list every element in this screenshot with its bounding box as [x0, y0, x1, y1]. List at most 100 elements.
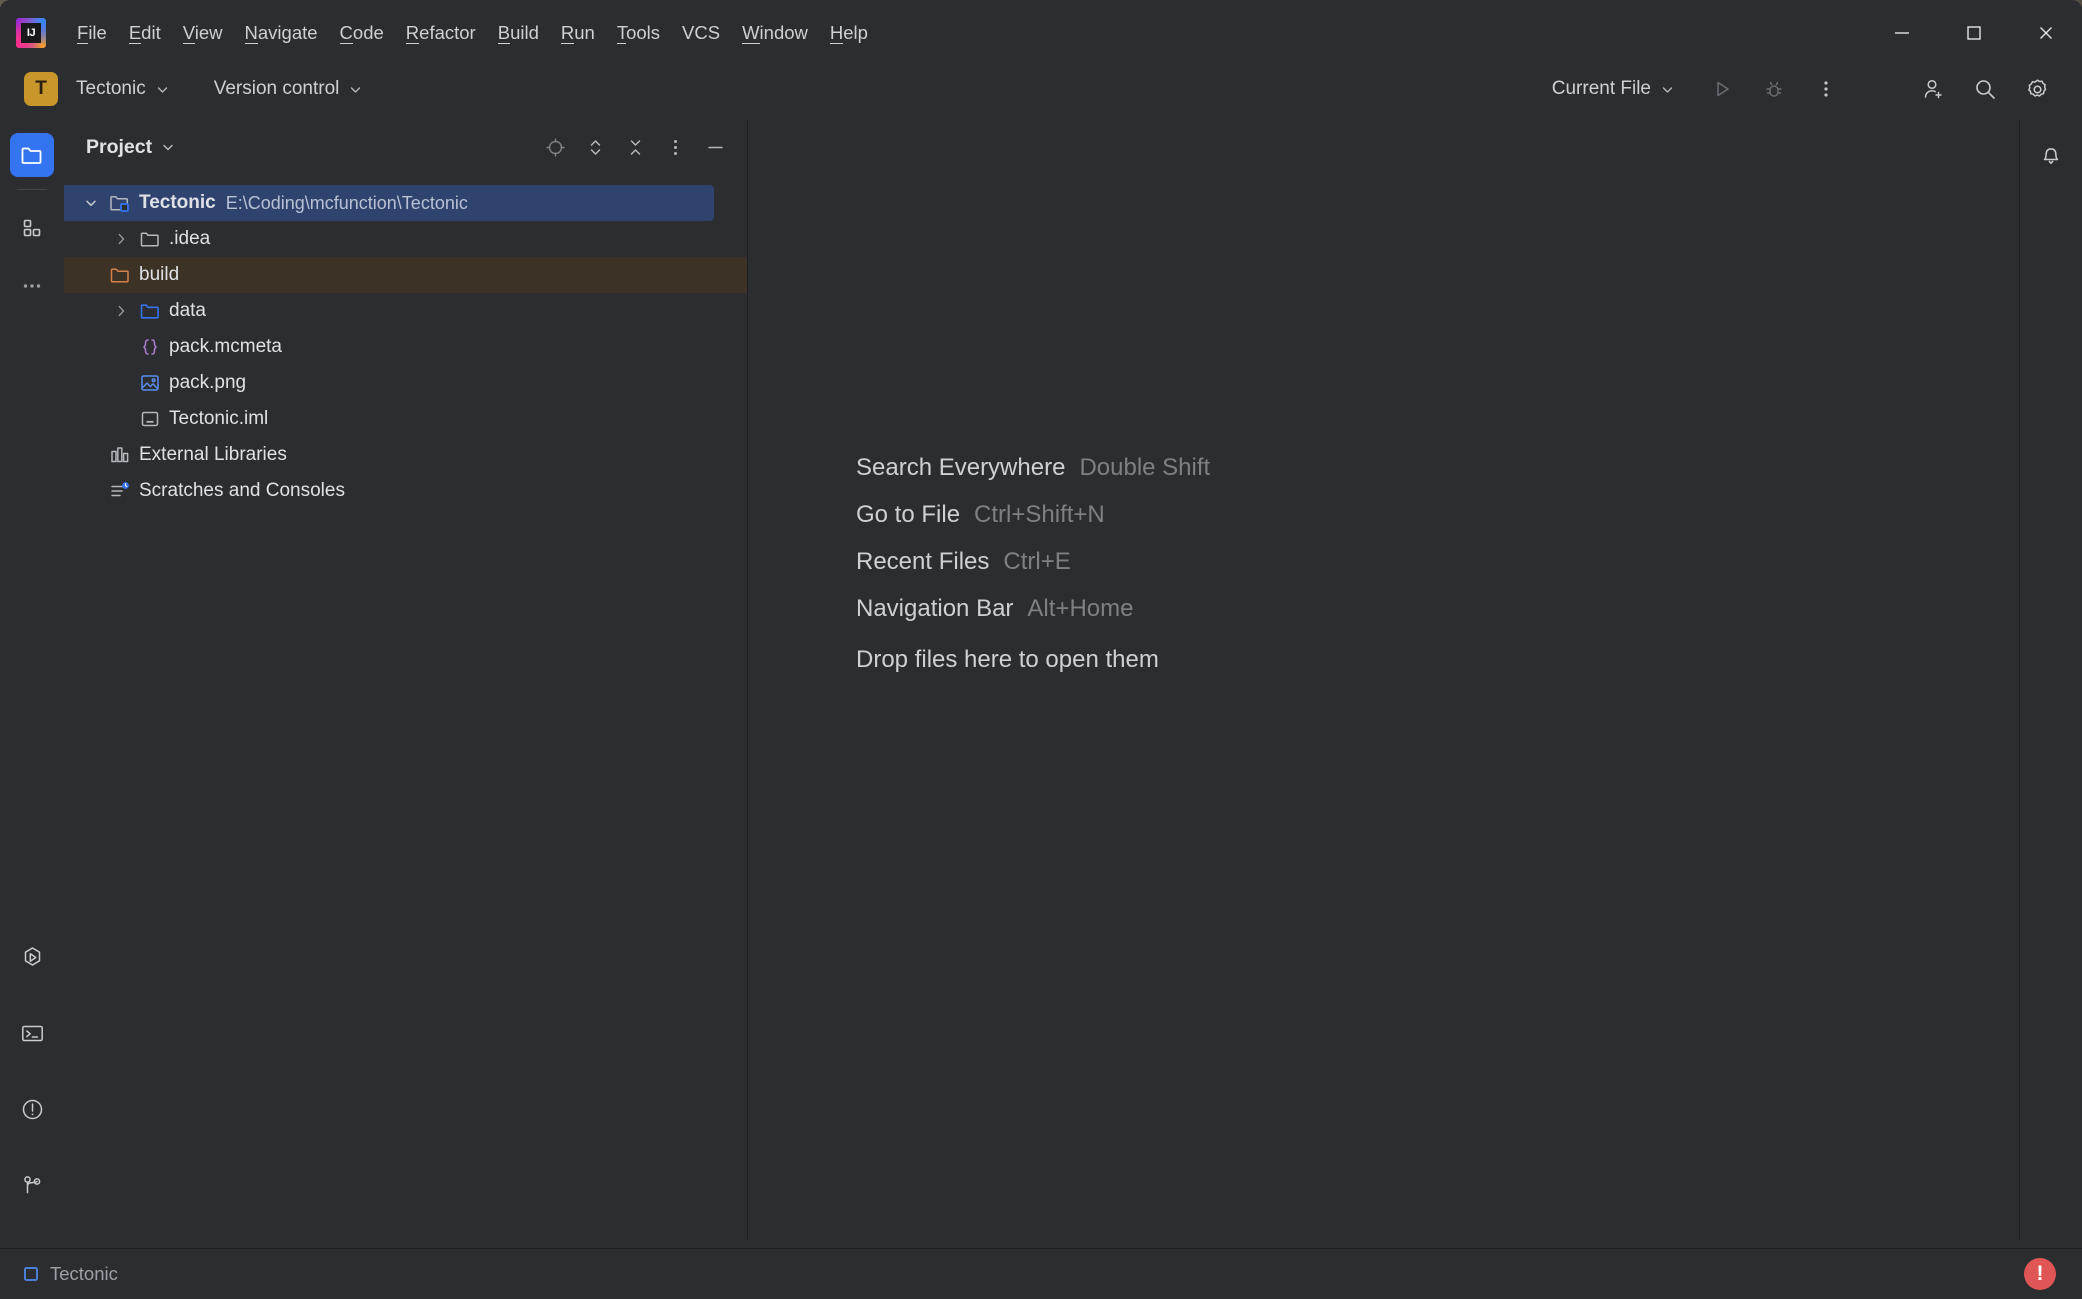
tree-row-build[interactable]: build: [64, 257, 747, 293]
menu-item-file[interactable]: File: [66, 18, 118, 48]
menu-label: un: [574, 22, 595, 43]
external-libraries-icon: [106, 443, 134, 467]
minimize-button[interactable]: [1866, 7, 1938, 59]
collapse-all-button[interactable]: [615, 127, 655, 167]
status-project-widget[interactable]: Tectonic: [22, 1263, 118, 1285]
toolbar-more-button[interactable]: [1803, 66, 1849, 112]
version-control-label: Version control: [214, 78, 340, 100]
expand-collapse-button[interactable]: [575, 127, 615, 167]
branch-icon: [19, 1172, 46, 1199]
select-opened-file-button[interactable]: [535, 127, 575, 167]
tree-row-scratches-and-consoles[interactable]: Scratches and Consoles: [64, 473, 747, 509]
chevron-down-icon: [155, 82, 170, 97]
tree-row-tectonic[interactable]: TectonicE:\Coding\mcfunction\Tectonic: [64, 185, 714, 221]
panel-options-button[interactable]: [655, 127, 695, 167]
chevron-down-icon[interactable]: [76, 195, 106, 211]
tree-row-label: Tectonic: [139, 192, 216, 214]
welcome-shortcut-key: Double Shift: [1079, 454, 1210, 482]
menu-label: ode: [353, 22, 384, 43]
menu-item-run[interactable]: Run: [550, 18, 606, 48]
structure-blocks-icon: [20, 216, 44, 240]
search-button[interactable]: [1962, 66, 2008, 112]
run-configuration-selector[interactable]: Current File: [1542, 72, 1685, 106]
tool-window-version-control[interactable]: [10, 1163, 54, 1207]
crosshair-target-icon: [544, 136, 567, 159]
version-control-selector[interactable]: Version control: [204, 72, 374, 106]
welcome-shortcut-row[interactable]: Navigation BarAlt+Home: [856, 595, 1210, 623]
menu-item-code[interactable]: Code: [329, 18, 395, 48]
tree-row-idea[interactable]: .idea: [64, 221, 747, 257]
menu-item-vcs[interactable]: VCS: [671, 18, 731, 48]
menu-item-view[interactable]: View: [172, 18, 234, 48]
welcome-action-label: Go to File: [856, 501, 960, 529]
chevron-right-icon[interactable]: [106, 231, 136, 247]
menu-label: dit: [141, 22, 161, 43]
image-file-icon: [136, 371, 164, 395]
menu-mnemonic: H: [830, 22, 843, 44]
tool-window-structure[interactable]: [10, 206, 54, 250]
tool-window-problems[interactable]: [10, 1087, 54, 1131]
status-error-badge[interactable]: !: [2024, 1258, 2056, 1290]
editor-empty-area: Search EverywhereDouble Shift Go to FileC…: [749, 119, 2019, 1241]
right-tool-rail: [2019, 119, 2082, 1241]
menu-item-build[interactable]: Build: [487, 18, 550, 48]
hide-panel-button[interactable]: [695, 127, 735, 167]
folder-orange-icon: [106, 263, 134, 287]
expand-vertical-icon: [584, 136, 607, 159]
chevron-down-icon[interactable]: [160, 139, 176, 155]
left-rail-bottom-group: [10, 919, 54, 1241]
run-button[interactable]: [1699, 66, 1745, 112]
drop-files-hint: Drop files here to open them: [856, 646, 1210, 674]
iml-module-file-icon: [136, 407, 164, 431]
menu-label: elp: [843, 22, 868, 43]
menu-mnemonic: F: [77, 22, 88, 44]
tool-window-terminal[interactable]: [10, 1011, 54, 1055]
tree-row-pack-png[interactable]: pack.png: [64, 365, 747, 401]
tree-row-data[interactable]: data: [64, 293, 747, 329]
menu-item-tools[interactable]: Tools: [606, 18, 671, 48]
menu-mnemonic: N: [245, 22, 258, 44]
more-vertical-icon: [664, 136, 687, 159]
menu-item-refactor[interactable]: Refactor: [395, 18, 487, 48]
tool-window-project[interactable]: [10, 133, 54, 177]
folder-grey-icon: [136, 227, 164, 251]
menu-mnemonic: R: [406, 22, 419, 44]
project-tree[interactable]: TectonicE:\Coding\mcfunction\Tectonic.id…: [64, 175, 747, 509]
more-horizontal-icon: [20, 274, 44, 298]
menu-label: iew: [195, 22, 223, 43]
menu-item-window[interactable]: Window: [731, 18, 819, 48]
project-selector[interactable]: Tectonic: [66, 72, 180, 106]
add-user-icon: [1920, 76, 1947, 103]
menu-item-navigate[interactable]: Navigate: [234, 18, 329, 48]
rail-divider: [17, 189, 47, 190]
settings-button[interactable]: [2014, 66, 2060, 112]
notifications-button[interactable]: [2029, 133, 2073, 177]
chevron-right-icon[interactable]: [106, 303, 136, 319]
close-button[interactable]: [2010, 7, 2082, 59]
main-toolbar: T Tectonic Version control Current File: [0, 59, 2082, 119]
tree-row-pack-mcmeta[interactable]: pack.mcmeta: [64, 329, 747, 365]
welcome-shortcut-row[interactable]: Recent FilesCtrl+E: [856, 548, 1210, 576]
tree-row-label: build: [139, 264, 179, 286]
menu-label: avigate: [258, 22, 318, 43]
maximize-button[interactable]: [1938, 7, 2010, 59]
menu-item-edit[interactable]: Edit: [118, 18, 172, 48]
menu-mnemonic: T: [617, 22, 626, 44]
welcome-shortcut-row[interactable]: Search EverywhereDouble Shift: [856, 454, 1210, 482]
tree-row-label: pack.png: [169, 372, 246, 394]
debug-bug-icon: [1762, 77, 1786, 101]
welcome-shortcut-row[interactable]: Go to FileCtrl+Shift+N: [856, 501, 1210, 529]
tree-row-external-libraries[interactable]: External Libraries: [64, 437, 747, 473]
project-badge[interactable]: T: [24, 72, 58, 106]
welcome-shortcuts: Search EverywhereDouble Shift Go to FileC…: [856, 454, 1210, 674]
chevron-down-icon: [348, 82, 363, 97]
menu-item-help[interactable]: Help: [819, 18, 879, 48]
add-user-button[interactable]: [1910, 66, 1956, 112]
tool-window-run[interactable]: [10, 935, 54, 979]
debug-button[interactable]: [1751, 66, 1797, 112]
menu-label: ools: [626, 22, 660, 43]
status-bar: Tectonic !: [0, 1248, 2082, 1299]
tree-row-tectonic-iml[interactable]: Tectonic.iml: [64, 401, 747, 437]
tree-row-label: data: [169, 300, 206, 322]
tool-window-more[interactable]: [10, 264, 54, 308]
